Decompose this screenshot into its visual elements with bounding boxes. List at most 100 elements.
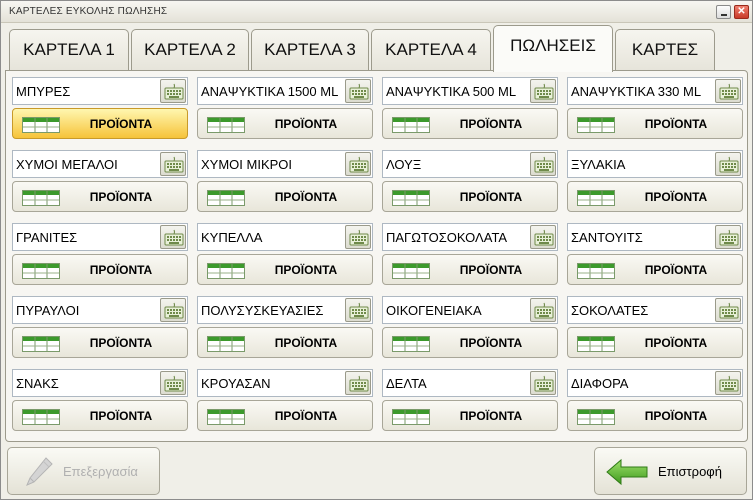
category-name: ΛΟΥΞ: [386, 157, 422, 172]
category-card: ΣΝΑΚΣ ΠΡΟΪΟΝΤΑ: [12, 369, 190, 432]
category-card: ΑΝΑΨΥΚΤΙΚΑ 500 ML ΠΡΟΪΟΝΤΑ: [382, 77, 560, 140]
keyboard-button[interactable]: [345, 79, 371, 103]
category-name-field[interactable]: ΚΥΠΕΛΛΑ: [197, 223, 373, 251]
keyboard-button[interactable]: [160, 152, 186, 176]
category-name-field[interactable]: ΜΠΥΡΕΣ: [12, 77, 188, 105]
category-name-field[interactable]: ΧΥΜΟΙ ΜΙΚΡΟΙ: [197, 150, 373, 178]
keyboard-button[interactable]: [715, 371, 741, 395]
category-card: ΚΡΟΥΑΣΑΝ ΠΡΟΪΟΝΤΑ: [197, 369, 375, 432]
products-button[interactable]: ΠΡΟΪΟΝΤΑ: [12, 108, 188, 139]
keyboard-button[interactable]: [715, 225, 741, 249]
category-name-field[interactable]: ΠΟΛΥΣΥΣΚΕΥΑΣΙΕΣ: [197, 296, 373, 324]
products-button-label: ΠΡΟΪΟΝΤΑ: [459, 409, 523, 423]
category-name: ΜΠΥΡΕΣ: [16, 84, 71, 99]
category-name-field[interactable]: ΚΡΟΥΑΣΑΝ: [197, 369, 373, 397]
category-name-field[interactable]: ΑΝΑΨΥΚΤΙΚΑ 1500 ML: [197, 77, 373, 105]
table-icon: [577, 117, 615, 138]
table-icon: [207, 190, 245, 211]
table-icon: [577, 409, 615, 430]
keyboard-button[interactable]: [160, 225, 186, 249]
products-button[interactable]: ΠΡΟΪΟΝΤΑ: [12, 254, 188, 285]
category-name-field[interactable]: ΓΡΑΝΙΤΕΣ: [12, 223, 188, 251]
products-button-label: ΠΡΟΪΟΝΤΑ: [89, 263, 153, 277]
products-button[interactable]: ΠΡΟΪΟΝΤΑ: [567, 181, 743, 212]
products-button[interactable]: ΠΡΟΪΟΝΤΑ: [197, 400, 373, 431]
products-button[interactable]: ΠΡΟΪΟΝΤΑ: [12, 400, 188, 431]
keyboard-button[interactable]: [715, 298, 741, 322]
products-button[interactable]: ΠΡΟΪΟΝΤΑ: [12, 327, 188, 358]
products-button[interactable]: ΠΡΟΪΟΝΤΑ: [382, 108, 558, 139]
products-button[interactable]: ΠΡΟΪΟΝΤΑ: [197, 254, 373, 285]
category-name: ΑΝΑΨΥΚΤΙΚΑ 330 ML: [571, 84, 702, 99]
category-name-field[interactable]: ΧΥΜΟΙ ΜΕΓΑΛΟΙ: [12, 150, 188, 178]
category-name: ΑΝΑΨΥΚΤΙΚΑ 500 ML: [386, 84, 517, 99]
products-button[interactable]: ΠΡΟΪΟΝΤΑ: [382, 254, 558, 285]
keyboard-button[interactable]: [715, 152, 741, 176]
category-panel: ΜΠΥΡΕΣ ΠΡΟΪΟΝΤΑ ΑΝΑΨΥΚΤΙΚΑ 1500 ML ΠΡΟΪΟ…: [5, 70, 748, 442]
keyboard-button[interactable]: [345, 371, 371, 395]
products-button[interactable]: ΠΡΟΪΟΝΤΑ: [567, 327, 743, 358]
products-button[interactable]: ΠΡΟΪΟΝΤΑ: [197, 327, 373, 358]
category-name-field[interactable]: ΛΟΥΞ: [382, 150, 558, 178]
tab-5[interactable]: ΠΩΛΗΣΕΙΣ: [493, 25, 613, 72]
tab-1[interactable]: ΚΑΡΤΕΛΑ 1: [9, 29, 129, 71]
table-icon: [392, 263, 430, 284]
products-button[interactable]: ΠΡΟΪΟΝΤΑ: [197, 108, 373, 139]
category-name-field[interactable]: ΑΝΑΨΥΚΤΙΚΑ 330 ML: [567, 77, 743, 105]
back-button[interactable]: Επιστροφή: [594, 447, 747, 495]
products-button[interactable]: ΠΡΟΪΟΝΤΑ: [382, 400, 558, 431]
products-button[interactable]: ΠΡΟΪΟΝΤΑ: [567, 400, 743, 431]
tab-3[interactable]: ΚΑΡΤΕΛΑ 3: [251, 29, 369, 71]
products-button[interactable]: ΠΡΟΪΟΝΤΑ: [197, 181, 373, 212]
products-button[interactable]: ΠΡΟΪΟΝΤΑ: [567, 254, 743, 285]
products-button[interactable]: ΠΡΟΪΟΝΤΑ: [567, 108, 743, 139]
window-title: ΚΑΡΤΕΛΕΣ ΕΥΚΟΛΗΣ ΠΩΛΗΣΗΣ: [9, 6, 168, 17]
category-name-field[interactable]: ΣΝΑΚΣ: [12, 369, 188, 397]
products-button[interactable]: ΠΡΟΪΟΝΤΑ: [12, 181, 188, 212]
tab-6[interactable]: ΚΑΡΤΕΣ: [615, 29, 715, 71]
products-button-label: ΠΡΟΪΟΝΤΑ: [89, 336, 153, 350]
category-name: ΓΡΑΝΙΤΕΣ: [16, 230, 78, 245]
table-icon: [207, 117, 245, 138]
category-name-field[interactable]: ΟΙΚΟΓΕΝΕΙΑΚΑ: [382, 296, 558, 324]
category-name-field[interactable]: ΠΥΡΑΥΛΟΙ: [12, 296, 188, 324]
edit-button[interactable]: Επεξεργασία: [7, 447, 160, 495]
category-card: ΠΟΛΥΣΥΣΚΕΥΑΣΙΕΣ ΠΡΟΪΟΝΤΑ: [197, 296, 375, 359]
category-card: ΔΕΛΤΑ ΠΡΟΪΟΝΤΑ: [382, 369, 560, 432]
products-button[interactable]: ΠΡΟΪΟΝΤΑ: [382, 181, 558, 212]
table-icon: [392, 409, 430, 430]
keyboard-button[interactable]: [530, 79, 556, 103]
keyboard-button[interactable]: [160, 371, 186, 395]
keyboard-button[interactable]: [345, 298, 371, 322]
keyboard-button[interactable]: [715, 79, 741, 103]
keyboard-button[interactable]: [345, 225, 371, 249]
minimize-button[interactable]: [716, 5, 731, 19]
products-button-label: ΠΡΟΪΟΝΤΑ: [644, 409, 708, 423]
close-button[interactable]: ✕: [734, 5, 749, 19]
category-name-field[interactable]: ΔΙΑΦΟΡΑ: [567, 369, 743, 397]
products-button[interactable]: ΠΡΟΪΟΝΤΑ: [382, 327, 558, 358]
table-icon: [392, 190, 430, 211]
category-name-field[interactable]: ΣΟΚΟΛΑΤΕΣ: [567, 296, 743, 324]
category-name-field[interactable]: ΔΕΛΤΑ: [382, 369, 558, 397]
keyboard-button[interactable]: [530, 152, 556, 176]
keyboard-button[interactable]: [530, 298, 556, 322]
keyboard-button[interactable]: [530, 225, 556, 249]
category-card: ΣΑΝΤΟΥΙΤΣ ΠΡΟΪΟΝΤΑ: [567, 223, 745, 286]
category-name-field[interactable]: ΑΝΑΨΥΚΤΙΚΑ 500 ML: [382, 77, 558, 105]
products-button-label: ΠΡΟΪΟΝΤΑ: [274, 117, 338, 131]
tab-4[interactable]: ΚΑΡΤΕΛΑ 4: [371, 29, 491, 71]
products-button-label: ΠΡΟΪΟΝΤΑ: [89, 409, 153, 423]
category-name-field[interactable]: ΞΥΛΑΚΙΑ: [567, 150, 743, 178]
keyboard-button[interactable]: [345, 152, 371, 176]
title-bar: ΚΑΡΤΕΛΕΣ ΕΥΚΟΛΗΣ ΠΩΛΗΣΗΣ ✕: [1, 1, 752, 23]
keyboard-button[interactable]: [160, 79, 186, 103]
keyboard-button[interactable]: [160, 298, 186, 322]
category-name-field[interactable]: ΠΑΓΩΤΟΣΟΚΟΛΑΤΑ: [382, 223, 558, 251]
tab-2[interactable]: ΚΑΡΤΕΛΑ 2: [131, 29, 249, 71]
category-name-field[interactable]: ΣΑΝΤΟΥΙΤΣ: [567, 223, 743, 251]
category-card: ΓΡΑΝΙΤΕΣ ΠΡΟΪΟΝΤΑ: [12, 223, 190, 286]
category-name: ΞΥΛΑΚΙΑ: [571, 157, 626, 172]
category-name: ΠΑΓΩΤΟΣΟΚΟΛΑΤΑ: [386, 230, 508, 245]
keyboard-button[interactable]: [530, 371, 556, 395]
